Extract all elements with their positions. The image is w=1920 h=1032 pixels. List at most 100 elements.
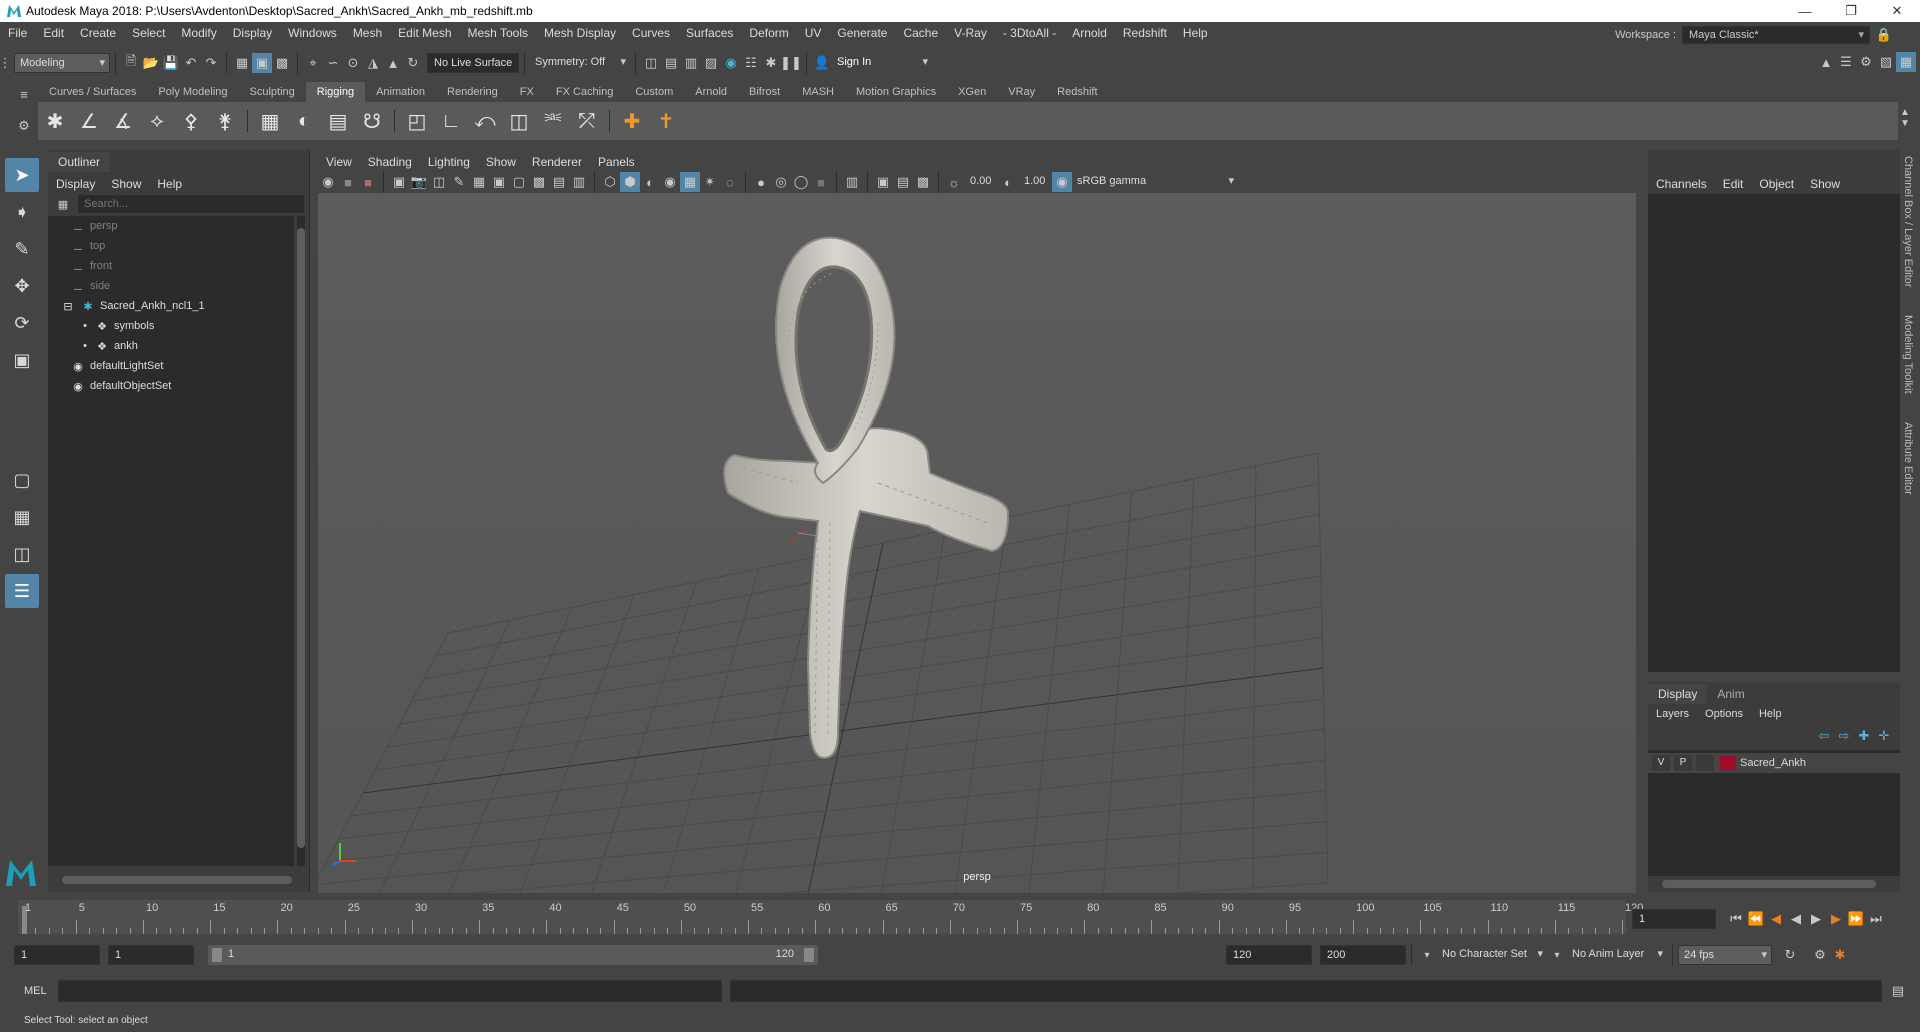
menu-edit-mesh[interactable]: Edit Mesh (390, 22, 459, 44)
outliner-item[interactable]: • ❖ symbols (48, 316, 294, 336)
menu-create[interactable]: Create (72, 22, 124, 44)
new-layer-icon[interactable]: ✚ (1854, 726, 1874, 746)
wireframe-on-shaded-icon[interactable]: ◉ (660, 172, 680, 192)
layer-row[interactable]: V P Sacred_Ankh (1648, 753, 1900, 773)
snap-view-icon[interactable]: ◮ (363, 53, 383, 73)
range-slider[interactable]: 1 120 (208, 945, 818, 965)
outliner-tab[interactable]: Outliner (48, 152, 111, 172)
menu-mesh-tools[interactable]: Mesh Tools (460, 22, 536, 44)
step-back-key-icon[interactable]: ◀ (1766, 909, 1786, 929)
paint-select-tool-icon[interactable]: ✎ (5, 232, 39, 266)
live-surface-field[interactable]: No Live Surface (427, 53, 519, 73)
outliner-item[interactable]: • ❖ ankh (48, 336, 294, 356)
character-set-dropdown[interactable]: No Character Set (1437, 945, 1547, 965)
layer-color-swatch[interactable] (1720, 756, 1736, 770)
menu-mesh-display[interactable]: Mesh Display (536, 22, 624, 44)
outliner-vertical-scrollbar[interactable] (297, 216, 305, 866)
insert-joint-icon[interactable]: ∠ (72, 104, 106, 138)
character-set-icon[interactable]: ▾ (1417, 945, 1437, 965)
wrap-icon[interactable]: ∟ (434, 104, 468, 138)
locator-icon[interactable]: ✚ (615, 104, 649, 138)
collapse-toggle-icon[interactable]: ⊟ (60, 300, 76, 313)
channel-box-body[interactable] (1648, 194, 1900, 672)
snap-point-icon[interactable]: ⊙ (343, 53, 363, 73)
viewport-menu-view[interactable]: View (318, 152, 360, 172)
anim-layer-dropdown[interactable]: No Anim Layer (1567, 945, 1667, 965)
hypershade-icon[interactable]: ◉ (721, 53, 741, 73)
menu-help[interactable]: Help (1175, 22, 1216, 44)
humanik-icon[interactable]: ⚵ (208, 104, 242, 138)
gate-mask-icon[interactable]: ▩ (529, 172, 549, 192)
channel-box-menu-show[interactable]: Show (1802, 174, 1848, 194)
fps-dropdown[interactable]: 24 fps (1678, 945, 1772, 965)
render-settings-icon[interactable]: ▨ (701, 53, 721, 73)
animation-end-field[interactable]: 200 (1320, 945, 1406, 965)
open-scene-icon[interactable]: 📂 (141, 53, 161, 73)
exposure-field[interactable]: 0.00 (964, 172, 998, 192)
filter-icon[interactable]: ▦ (54, 195, 72, 213)
current-frame-field[interactable]: 1 (1632, 909, 1716, 929)
lock-icon[interactable]: 🔒 (1874, 25, 1894, 45)
shelf-tab-xgen[interactable]: XGen (947, 82, 997, 102)
layer-visibility-toggle[interactable]: V (1652, 755, 1670, 771)
viewport-menu-renderer[interactable]: Renderer (524, 152, 590, 172)
redo-icon[interactable]: ↷ (201, 53, 221, 73)
use-all-lights-icon[interactable]: ✴ (700, 172, 720, 192)
2d-pan-zoom-icon[interactable]: ◫ (429, 172, 449, 192)
move-tool-icon[interactable]: ✥ (5, 269, 39, 303)
snap-grid-icon[interactable]: ⌖ (303, 53, 323, 73)
playback-start-field[interactable]: 1 (108, 945, 194, 965)
two-pane-layout-icon[interactable]: ◫ (5, 537, 39, 571)
shelf-scroll-icon[interactable]: ▲ ▼ (1898, 104, 1912, 129)
ipr-render-icon[interactable]: ▥ (681, 53, 701, 73)
menu-select[interactable]: Select (124, 22, 173, 44)
wireframe-icon[interactable]: ⬡ (600, 172, 620, 192)
grid-icon[interactable]: ▦ (469, 172, 489, 192)
viewport-menu-show[interactable]: Show (478, 152, 524, 172)
view-transform-dropdown[interactable]: sRGB gamma (1072, 172, 1238, 192)
render-setup-icon[interactable]: ☷ (741, 53, 761, 73)
go-to-end-icon[interactable]: ⏭ (1866, 909, 1886, 929)
outliner-item[interactable]: ⚊ top (48, 236, 294, 256)
outliner-item[interactable]: ⚊ side (48, 276, 294, 296)
menu-uv[interactable]: UV (797, 22, 830, 44)
outliner-item[interactable]: ◉ defaultObjectSet (48, 376, 294, 396)
shelf-tab-redshift[interactable]: Redshift (1046, 82, 1108, 102)
render-current-icon[interactable]: ▤ (661, 53, 681, 73)
outliner-item[interactable]: ⚊ persp (48, 216, 294, 236)
minimize-button[interactable]: — (1782, 0, 1828, 22)
select-component-icon[interactable]: ▩ (272, 53, 292, 73)
rotate-tool-icon[interactable]: ⟳ (5, 306, 39, 340)
menu-cache[interactable]: Cache (895, 22, 946, 44)
bookmark-icon[interactable]: ■ (358, 172, 378, 192)
shelf-tab-mash[interactable]: MASH (791, 82, 845, 102)
layer-tab-display[interactable]: Display (1648, 684, 1708, 704)
smooth-shade-icon[interactable]: ⬢ (620, 172, 640, 192)
cluster-icon[interactable]: ☋ (355, 104, 389, 138)
default-material-icon[interactable]: ◐ (640, 172, 660, 192)
four-pane-layout-icon[interactable]: ▦ (5, 500, 39, 534)
channel-box-toggle-icon[interactable]: ▧ (1876, 52, 1896, 72)
menu-file[interactable]: File (0, 22, 35, 44)
xray-components-icon[interactable]: ▩ (913, 172, 933, 192)
shelf-tab-rigging[interactable]: Rigging (305, 82, 366, 102)
menu-windows[interactable]: Windows (280, 22, 345, 44)
snap-curve-icon[interactable]: ∽ (323, 53, 343, 73)
menu-curves[interactable]: Curves (624, 22, 678, 44)
script-editor-icon[interactable]: ▤ (1888, 981, 1908, 1001)
depth-of-field-icon[interactable]: ■ (811, 172, 831, 192)
new-scene-icon[interactable]: 🗎 (121, 53, 141, 73)
time-slider[interactable]: 1 5 10 15 20 25 30 35 40 45 50 55 60 65 70 75 80 85 90 95 10… (18, 900, 1643, 934)
xray-icon[interactable]: ▣ (873, 172, 893, 192)
safe-action-icon[interactable]: ▥ (569, 172, 589, 192)
lattice-icon[interactable]: ▤ (321, 104, 355, 138)
menu-vray[interactable]: V-Ray (946, 22, 995, 44)
single-pane-layout-icon[interactable]: ▢ (5, 463, 39, 497)
mirror-joint-icon[interactable]: ∡ (106, 104, 140, 138)
isolate-select-icon[interactable]: ▥ (842, 172, 862, 192)
layer-display-type-toggle[interactable] (1696, 755, 1714, 771)
expand-dot-icon[interactable]: • (80, 340, 90, 352)
motion-blur-icon[interactable]: ◎ (771, 172, 791, 192)
tool-settings-icon[interactable]: ⚙ (1856, 52, 1876, 72)
grease-pencil-icon[interactable]: ✎ (449, 172, 469, 192)
